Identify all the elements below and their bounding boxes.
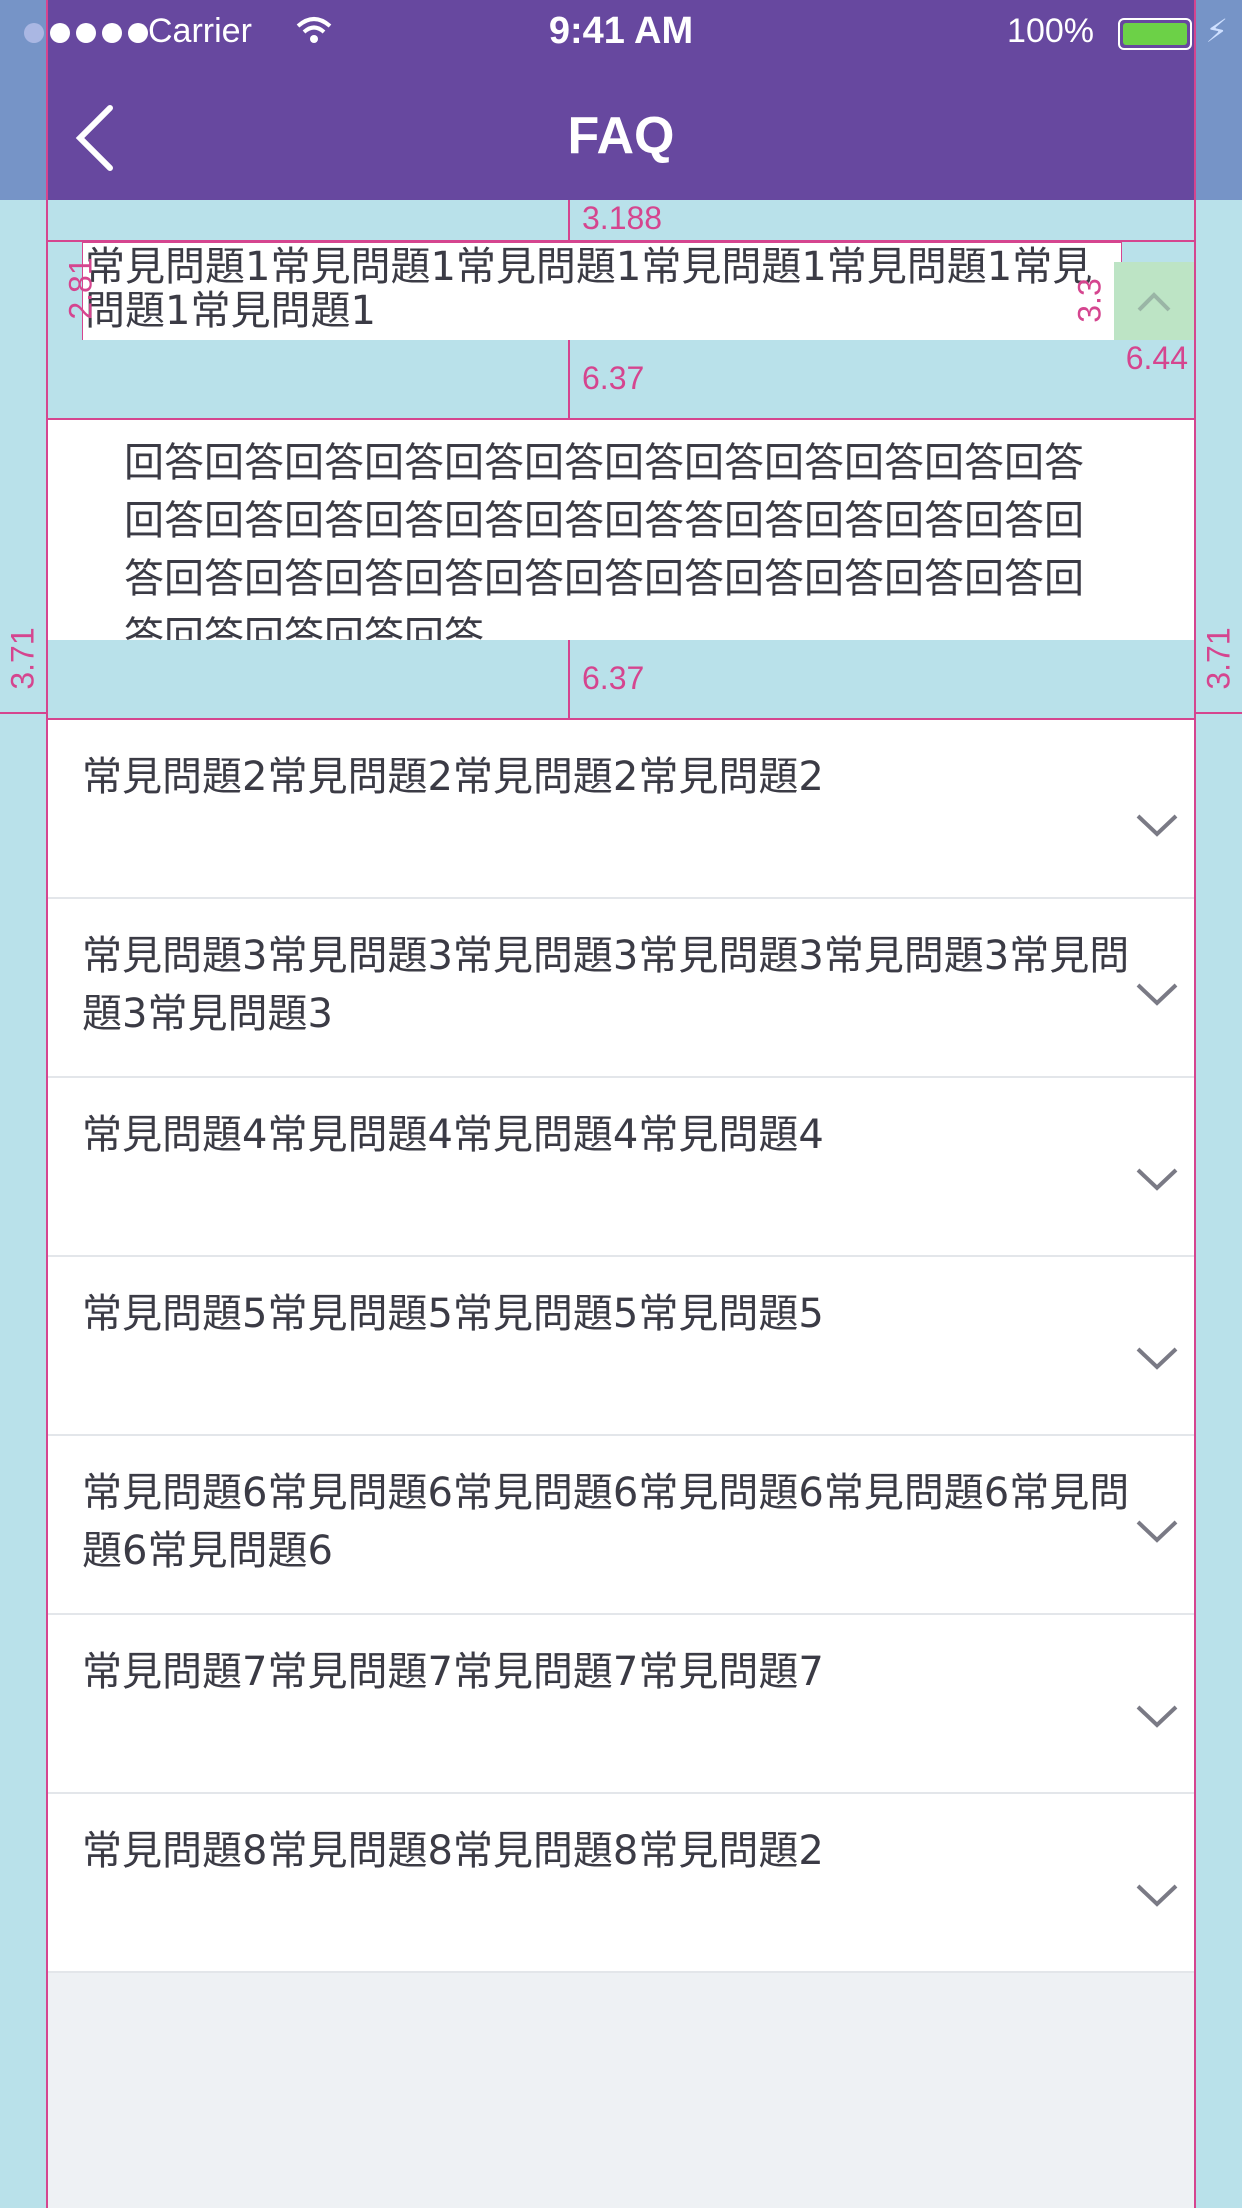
- chevron-down-icon: [1136, 1884, 1178, 1907]
- faq-item[interactable]: 常見問題3常見問題3常見問題3常見問題3常見問題3常見問題3常見問題3: [48, 899, 1194, 1078]
- spacing-band: 6.37 6.44: [48, 340, 1194, 420]
- faq-answer: 回答回答回答回答回答回答回答回答回答回答回答回答回答回答回答回答回答回答回答答回…: [48, 420, 1194, 660]
- status-bar: Carrier 9:41 AM 100% ⚡: [24, 0, 1228, 64]
- chevron-down-icon: [1136, 983, 1178, 1006]
- faq-question: 常見問題6常見問題6常見問題6常見問題6常見問題6常見問題6常見問題6: [82, 1470, 1130, 1574]
- left-guide-column: [0, 0, 46, 2208]
- spacing-band: 6.37: [48, 640, 1194, 720]
- bolt-icon: ⚡: [1205, 12, 1228, 50]
- measure-label: 2.81: [62, 257, 99, 320]
- measure-label: 6.37: [582, 660, 645, 696]
- chevron-down-icon: [1136, 1168, 1178, 1191]
- faq-item[interactable]: 常見問題2常見問題2常見問題2常見問題2: [48, 720, 1194, 899]
- collapse-button[interactable]: [1114, 262, 1194, 342]
- measure-label: 3.71: [1200, 627, 1237, 690]
- faq-question: 常見問題5常見問題5常見問題5常見問題5: [82, 1291, 824, 1337]
- phone-screen: Carrier 9:41 AM 100% ⚡ FAQ 3.188 常見問題1常見…: [24, 0, 1228, 2208]
- chevron-down-icon: [1136, 1520, 1178, 1543]
- nav-header: Carrier 9:41 AM 100% ⚡ FAQ: [24, 0, 1228, 200]
- top-gap: 3.188: [48, 200, 1194, 240]
- measure-label: 3.188: [582, 200, 663, 236]
- faq-question: 常見問題4常見問題4常見問題4常見問題4: [82, 1112, 824, 1158]
- faq-item[interactable]: 常見問題5常見問題5常見問題5常見問題5: [48, 1257, 1194, 1436]
- faq-list: 3.188 常見問題1常見問題1常見問題1常見問題1常見問題1常見問題1常見問題…: [48, 200, 1194, 1973]
- faq-item[interactable]: 常見問題7常見問題7常見問題7常見問題7: [48, 1615, 1194, 1794]
- right-guide-column: [1196, 0, 1242, 2208]
- faq-question: 常見問題1常見問題1常見問題1常見問題1常見問題1常見問題1常見問題1: [82, 242, 1122, 342]
- chevron-up-icon: [1137, 292, 1171, 312]
- battery-percent: 100%: [1007, 12, 1094, 50]
- faq-item-open[interactable]: 常見問題1常見問題1常見問題1常見問題1常見問題1常見問題1常見問題1 2.81…: [48, 240, 1194, 342]
- faq-item[interactable]: 常見問題6常見問題6常見問題6常見問題6常見問題6常見問題6常見問題6: [48, 1436, 1194, 1615]
- page-title: FAQ: [567, 107, 675, 165]
- measure-label: 6.44: [1125, 340, 1188, 376]
- measure-label: 6.37: [582, 360, 645, 396]
- chevron-down-icon: [1136, 1347, 1178, 1370]
- faq-question: 常見問題8常見問題8常見問題8常見問題2: [82, 1828, 824, 1874]
- faq-question: 常見問題7常見問題7常見問題7常見問題7: [82, 1649, 824, 1695]
- faq-question: 常見問題2常見問題2常見問題2常見問題2: [82, 754, 824, 800]
- chevron-down-icon: [1136, 814, 1178, 837]
- measure-label: 3.71: [4, 627, 41, 690]
- battery-icon: [1118, 18, 1192, 50]
- faq-item[interactable]: 常見問題4常見問題4常見問題4常見問題4: [48, 1078, 1194, 1257]
- measure-label: 3.3: [1071, 278, 1108, 323]
- faq-question: 常見問題3常見問題3常見問題3常見問題3常見問題3常見問題3常見問題3: [82, 933, 1130, 1037]
- chevron-down-icon: [1136, 1705, 1178, 1728]
- faq-item[interactable]: 常見問題8常見問題8常見問題8常見問題2: [48, 1794, 1194, 1973]
